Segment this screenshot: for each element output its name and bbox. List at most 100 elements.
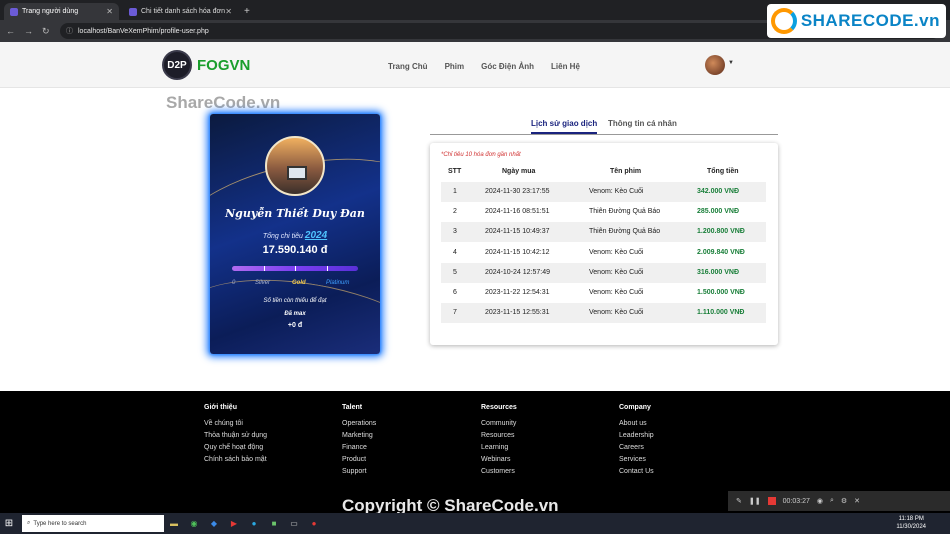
cell-date: 2023-11-22 12:54:31 [485, 289, 550, 296]
nav-links: Trang Chủ Phim Góc Điện Ảnh Liên Hệ [388, 62, 580, 71]
remaining-amount: +0 đ [287, 322, 303, 329]
footer-link[interactable]: Quy chế hoạt động [204, 444, 267, 451]
footer-link[interactable]: Contact Us [619, 468, 654, 475]
cell-date: 2024-11-15 10:49:37 [485, 228, 550, 236]
windows-taskbar: ⊞ ⌕ Type here to search ▬ ◉ ◆ ▶ ● ■ ▭ ● … [0, 513, 950, 534]
youtube-icon[interactable]: ▶ [224, 513, 244, 534]
remaining-label: Số tiền còn thiếu để đạt [263, 298, 327, 304]
terminal-icon[interactable]: ▭ [284, 513, 304, 534]
nav-link-movies[interactable]: Phim [445, 62, 465, 71]
table-row: 2 2024-11-16 08:51:51 Thiên Đường Quả Báo 2… [441, 202, 766, 222]
col-header-movie: Tên phim [610, 168, 642, 175]
footer-link[interactable]: Leadership [619, 432, 654, 439]
close-tab-icon[interactable]: ✕ [106, 7, 113, 16]
footer-link[interactable]: Chính sách bảo mật [204, 456, 267, 463]
tab-title: Chi tiết danh sách hóa đơn [141, 8, 225, 15]
nav-link-contact[interactable]: Liên Hệ [551, 62, 580, 71]
recorder-icon[interactable]: ● [304, 513, 324, 534]
footer-column: Resources Community Resources Learning Webin… [481, 404, 517, 480]
back-icon[interactable]: ← [6, 26, 15, 36]
table-row: 7 2023-11-15 12:55:31 Venom: Kèo Cuối 1.110… [441, 303, 766, 324]
footer-column-title: Talent [342, 404, 363, 411]
tier-label-silver: Silver [255, 280, 271, 286]
close-icon[interactable]: ✕ [854, 497, 860, 505]
sharecode-logo-text: SHARECODE.vn [800, 11, 940, 30]
footer-link[interactable]: Webinars [481, 456, 517, 463]
footer-link[interactable]: Operations [342, 420, 376, 427]
footer-column: Giới thiệu Về chúng tôi Thỏa thuận sử dụng… [204, 404, 267, 468]
site-brand[interactable]: FOGVN [197, 57, 250, 74]
footer-link[interactable]: Services [619, 456, 654, 463]
cell-date: 2024-11-30 23:17:55 [485, 188, 550, 195]
tier-label-gold: Gold [292, 280, 306, 286]
pause-icon[interactable]: ❚❚ [749, 497, 761, 505]
tab-transaction-history[interactable]: Lịch sử giao dịch [531, 119, 598, 134]
footer-link[interactable]: Thỏa thuận sử dụng [204, 432, 267, 439]
footer-link[interactable]: Marketing [342, 432, 376, 439]
tab-personal-info[interactable]: Thông tin cá nhân [608, 119, 677, 128]
cell-stt: 6 [453, 289, 457, 296]
cell-date: 2024-11-15 10:42:12 [485, 248, 550, 256]
browser-tab-profile[interactable]: Trang người dùng ✕ [4, 3, 119, 20]
browser-tab-invoice[interactable]: Chi tiết danh sách hóa đơn ✕ [123, 3, 238, 20]
chrome-icon[interactable]: ◉ [184, 513, 204, 534]
footer-link[interactable]: Learning [481, 444, 517, 451]
footer-link[interactable]: Product [342, 456, 376, 463]
footer-link[interactable]: Finance [342, 444, 376, 451]
footer-link[interactable]: About us [619, 420, 654, 427]
footer-link[interactable]: Support [342, 468, 376, 475]
site-logo[interactable]: D2P [162, 50, 192, 80]
cell-total: 1.200.800 VNĐ [697, 228, 745, 236]
cell-stt: 3 [453, 228, 457, 236]
total-spend-label: Tổng chi tiêu 2024 [262, 230, 328, 241]
footer-link[interactable]: Resources [481, 432, 517, 439]
browser-icon[interactable]: ● [244, 513, 264, 534]
user-avatar[interactable] [705, 55, 725, 75]
total-spend-amount: 17.590.140 đ [262, 244, 328, 256]
cell-date: 2024-10-24 12:57:49 [485, 268, 550, 276]
pen-icon[interactable]: ✎ [736, 497, 742, 505]
reload-icon[interactable]: ↻ [42, 26, 50, 37]
cell-date: 2024-11-16 08:51:51 [485, 208, 550, 216]
settings-icon[interactable]: ⚙ [841, 497, 847, 505]
cell-date: 2023-11-15 12:55:31 [485, 309, 550, 317]
site-info-icon[interactable]: ⓘ [66, 26, 73, 36]
tab-favicon-icon [10, 7, 18, 16]
new-tab-icon[interactable]: + [244, 6, 250, 17]
camera-icon[interactable]: ◉ [817, 497, 823, 505]
footer-link[interactable]: Careers [619, 444, 654, 451]
cell-movie: Venom: Kèo Cuối [589, 248, 644, 256]
membership-card: Nguyễn Thiết Duy Đan Tổng chi tiêu 2024 … [210, 114, 380, 354]
cell-total: 342.000 VNĐ [697, 188, 740, 195]
url-text: localhost/BanVeXemPhim/profile-user.php [78, 27, 209, 35]
taskbar-clock[interactable]: 11:18 PM 11/30/2024 [896, 515, 926, 531]
app-icon[interactable]: ■ [264, 513, 284, 534]
nav-link-home[interactable]: Trang Chủ [388, 62, 428, 71]
cell-movie: Venom: Kèo Cuối [589, 309, 644, 317]
footer-column-title: Resources [481, 404, 517, 411]
sharecode-watermark-text: ShareCode.vn [166, 93, 281, 112]
close-tab-icon[interactable]: ✕ [225, 7, 232, 16]
taskbar-search-box[interactable]: ⌕ Type here to search [22, 515, 164, 532]
footer-column: Talent Operations Marketing Finance Product S… [342, 404, 376, 480]
footer-link[interactable]: Về chúng tôi [204, 420, 267, 427]
nav-link-cinema-corner[interactable]: Góc Điện Ảnh [481, 62, 534, 71]
footer-link[interactable]: Customers [481, 468, 517, 475]
tab-title: Trang người dùng [22, 8, 79, 15]
stop-record-icon[interactable] [767, 497, 776, 505]
cell-total: 2.009.840 VNĐ [697, 248, 745, 256]
profile-picture [265, 136, 325, 196]
file-explorer-icon[interactable]: ▬ [164, 513, 184, 534]
zoom-icon[interactable]: ⌕ [830, 497, 834, 505]
cell-stt: 1 [453, 188, 457, 195]
footer-column-title: Company [619, 404, 651, 411]
col-header-date: Ngày mua [502, 168, 536, 175]
windows-start-icon[interactable]: ⊞ [0, 513, 18, 534]
chevron-down-icon[interactable]: ▼ [728, 60, 734, 66]
footer-link[interactable]: Community [481, 420, 517, 427]
spend-year: 2024 [304, 230, 328, 241]
forward-icon[interactable]: → [24, 26, 33, 36]
cell-stt: 5 [453, 268, 457, 276]
vscode-icon[interactable]: ◆ [204, 513, 224, 534]
cell-total: 1.500.000 VNĐ [697, 289, 745, 296]
